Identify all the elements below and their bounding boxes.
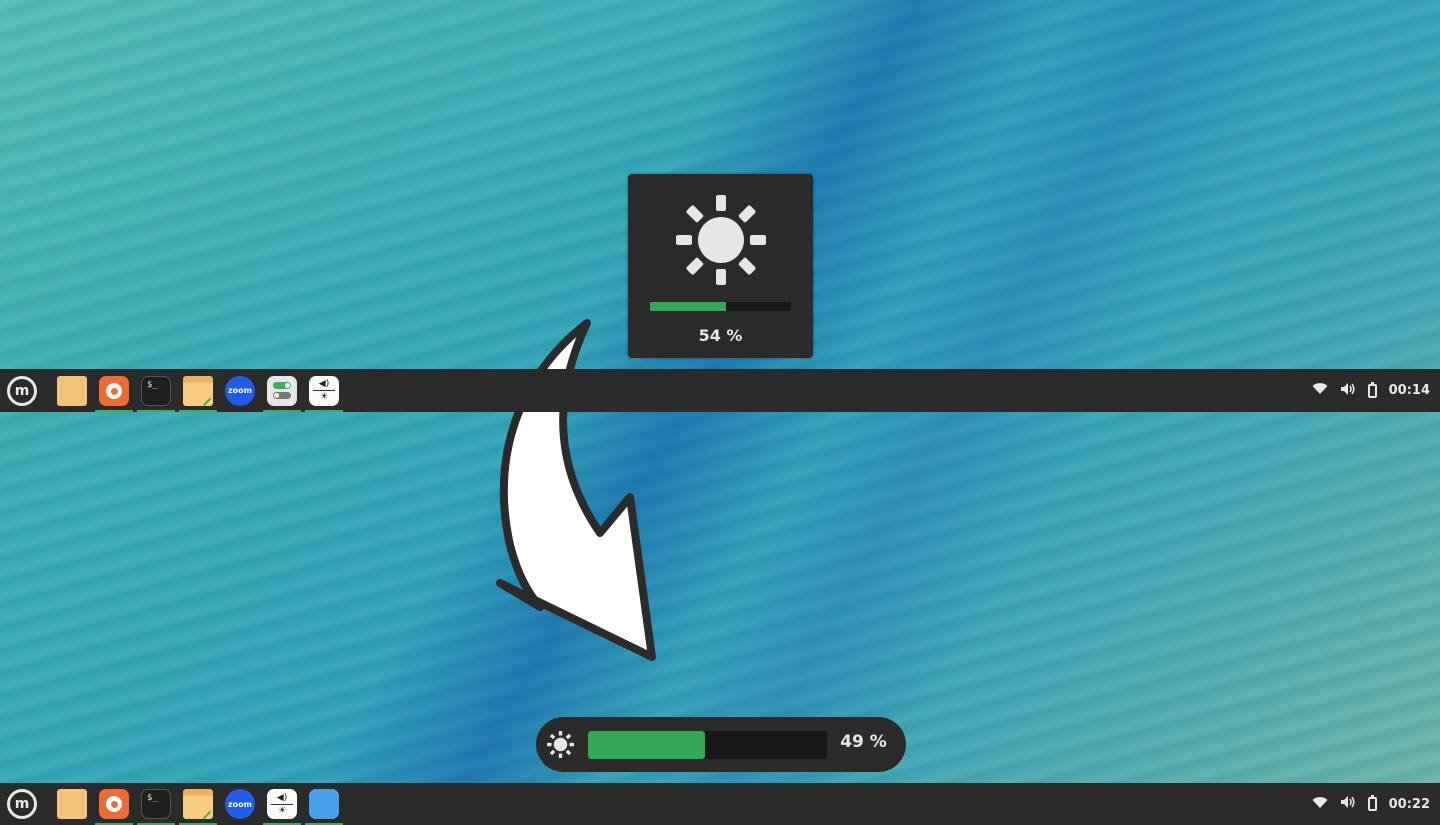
files-icon: [57, 375, 87, 406]
brightness-icon: [676, 195, 766, 285]
brightness-percent-label: 49 %: [840, 732, 887, 752]
mint-logo-icon: m: [14, 796, 30, 812]
launcher-files[interactable]: [51, 783, 93, 825]
folder-icon: [183, 789, 213, 819]
brightness-level-fill: [650, 302, 727, 311]
wifi-icon[interactable]: [1312, 382, 1328, 399]
folder-icon: [183, 375, 213, 406]
mint-logo-icon: m: [14, 382, 30, 399]
workspace-switcher-icon: [309, 789, 339, 819]
mint-menu-button[interactable]: m: [7, 375, 37, 406]
launcher-terminal[interactable]: $_: [135, 783, 177, 825]
brightness-level-bar: [650, 302, 791, 311]
brightness-level-bar: [588, 731, 827, 759]
launcher-workspace-switcher[interactable]: [303, 783, 345, 825]
volume-icon[interactable]: [1340, 382, 1356, 400]
launcher-files[interactable]: [51, 369, 93, 412]
battery-icon[interactable]: [1367, 795, 1377, 811]
sound-brightness-icon: ◀) ☀: [267, 789, 297, 819]
taskbar-top: m $_ zoom ◀) ☀ 00:14: [0, 369, 1440, 412]
battery-icon[interactable]: [1367, 381, 1377, 398]
launcher-zoom[interactable]: zoom: [219, 369, 261, 412]
system-tray: 00:22: [1312, 795, 1440, 813]
brightness-osd-pill: 49 %: [536, 717, 906, 772]
firefox-icon: [99, 789, 129, 819]
mint-menu-button[interactable]: m: [7, 789, 37, 819]
volume-icon[interactable]: [1340, 795, 1356, 813]
launcher-sound-brightness[interactable]: ◀) ☀: [303, 369, 345, 412]
launcher-firefox[interactable]: [93, 783, 135, 825]
terminal-icon: $_: [141, 375, 171, 406]
zoom-icon: zoom: [225, 375, 255, 406]
launcher-file-manager[interactable]: [177, 783, 219, 825]
launcher-zoom[interactable]: zoom: [219, 783, 261, 825]
zoom-icon: zoom: [225, 789, 255, 819]
toggles-icon: [267, 375, 297, 406]
brightness-level-fill: [588, 731, 706, 759]
launcher-file-manager[interactable]: [177, 369, 219, 412]
launcher-terminal[interactable]: $_: [135, 369, 177, 412]
brightness-icon: [547, 731, 574, 758]
launcher-firefox[interactable]: [93, 369, 135, 412]
transition-arrow: [496, 319, 656, 661]
wifi-icon[interactable]: [1312, 796, 1328, 813]
sound-brightness-icon: ◀) ☀: [309, 375, 339, 406]
taskbar-bottom: m $_ zoom ◀) ☀ 00:22: [0, 783, 1440, 825]
firefox-icon: [99, 375, 129, 406]
clock[interactable]: 00:22: [1389, 797, 1430, 812]
launcher-settings-toggles[interactable]: [261, 369, 303, 412]
clock[interactable]: 00:14: [1389, 383, 1430, 398]
terminal-icon: $_: [141, 789, 171, 819]
launcher-sound-brightness[interactable]: ◀) ☀: [261, 783, 303, 825]
files-icon: [57, 789, 87, 819]
system-tray: 00:14: [1312, 381, 1440, 400]
